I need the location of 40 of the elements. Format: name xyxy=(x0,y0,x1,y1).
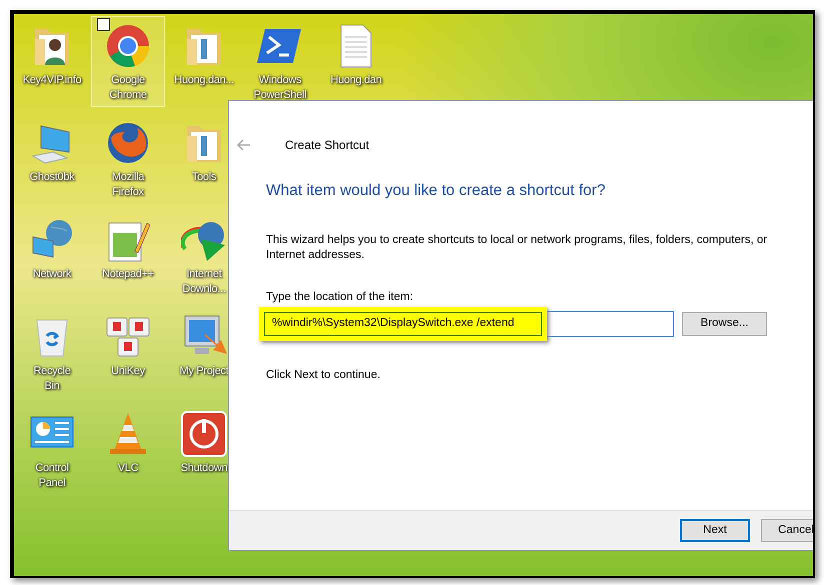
desktop-icon[interactable]: Key4VIP.info xyxy=(15,16,89,107)
desktop-icon[interactable]: Notepad++ xyxy=(91,210,165,301)
next-button[interactable]: Next xyxy=(680,519,750,542)
icon-label: Notepad++ xyxy=(101,267,155,282)
dialog-title: Create Shortcut xyxy=(285,137,370,154)
icon-label: Shutdown xyxy=(180,461,228,476)
selection-checkbox[interactable] xyxy=(97,18,110,31)
instruction-text: Click Next to continue. xyxy=(266,368,382,382)
icon-label: Windows PowerShell xyxy=(252,73,308,103)
icon-label: Google Chrome xyxy=(108,73,148,103)
desktop-icon[interactable]: Google Chrome xyxy=(91,16,165,107)
icon-label: Ghost0bk xyxy=(28,170,76,185)
icon-label: My Project xyxy=(178,364,230,379)
icon-label: UniKey xyxy=(110,364,146,379)
chrome-icon xyxy=(105,23,151,69)
desktop-icon[interactable]: Control Panel xyxy=(15,404,89,495)
dialog-heading: What item would you like to create a shortcut for? xyxy=(266,181,606,201)
icon-label: Mozilla Firefox xyxy=(110,170,146,200)
desktop-icon[interactable]: VLC xyxy=(91,404,165,495)
icon-label: Key4VIP.info xyxy=(22,73,82,88)
browse-button[interactable]: Browse... xyxy=(682,312,767,336)
icon-label: VLC xyxy=(116,461,140,476)
icon-label: Network xyxy=(32,267,72,282)
icon-label: Recycle Bin xyxy=(32,364,72,394)
location-value: %windir%\System32\DisplaySwitch.exe /extend xyxy=(259,306,548,340)
field-label: Type the location of the item: xyxy=(266,290,414,306)
cancel-button[interactable]: Cancel xyxy=(761,519,813,542)
desktop-icon[interactable]: UniKey xyxy=(91,307,165,398)
desktop-icon[interactable]: Huong.dan... xyxy=(167,16,241,107)
desktop-icon[interactable]: Ghost0bk xyxy=(15,113,89,204)
icon-label: Tools xyxy=(190,170,218,185)
icon-label: Huong.dan xyxy=(329,73,383,88)
desktop-icon[interactable]: Mozilla Firefox xyxy=(91,113,165,204)
desktop-icon[interactable]: Recycle Bin xyxy=(15,307,89,398)
icon-label: Huong.dan... xyxy=(173,73,235,88)
description-text: This wizard helps you to create shortcuts to local or network programs, files, folders, computers, or Internet addresses. xyxy=(266,233,768,264)
firefox-icon xyxy=(105,120,151,166)
icon-label: Control Panel xyxy=(34,461,70,491)
icon-label: Internet Downlo... xyxy=(181,267,227,297)
desktop-icon[interactable]: Network xyxy=(15,210,89,301)
